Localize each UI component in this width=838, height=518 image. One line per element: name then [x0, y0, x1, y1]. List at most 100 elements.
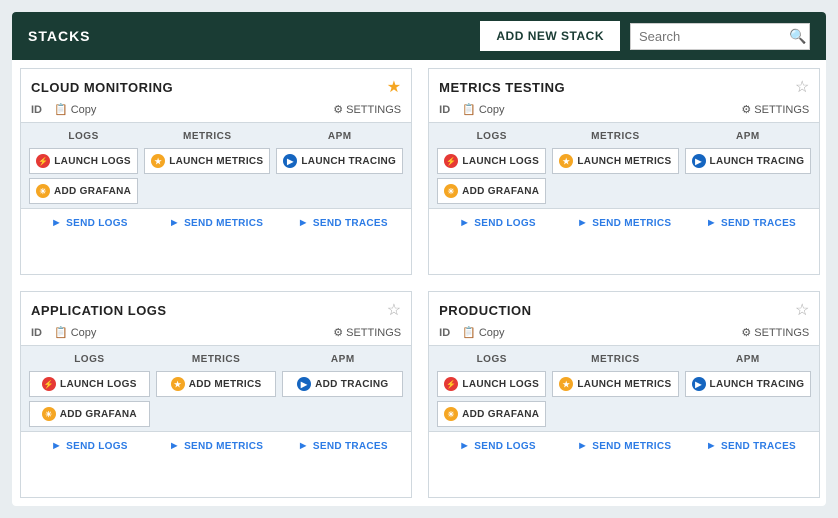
metrics-label: METRICS — [156, 354, 277, 365]
launch-logs-button[interactable]: ⚡ LAUNCH LOGS — [29, 371, 150, 397]
star-icon[interactable]: ☆ — [795, 300, 809, 320]
send-traces-button[interactable]: ► SEND TRACES — [282, 215, 403, 231]
service-col-apm: APM ▶ LAUNCH TRACING — [276, 131, 403, 204]
tracing-icon: ▶ — [283, 154, 297, 168]
launch-tracing-button[interactable]: ▶ LAUNCH TRACING — [276, 148, 403, 174]
launch-metrics-label: LAUNCH METRICS — [577, 156, 671, 167]
send-metrics-icon: ► — [577, 440, 588, 452]
launch-metrics-button[interactable]: ★ LAUNCH METRICS — [552, 371, 678, 397]
id-label: ID — [439, 327, 450, 339]
service-col-logs: LOGS ⚡ LAUNCH LOGS ☀ ADD GRAFANA — [29, 131, 138, 204]
id-settings-row: ID 📋 Copy ⚙ SETTINGS — [21, 324, 411, 345]
stack-name: METRICS TESTING — [439, 80, 565, 95]
logs-icon: ⚡ — [42, 377, 56, 391]
send-traces-button[interactable]: ► SEND TRACES — [691, 438, 812, 454]
settings-button[interactable]: ⚙ SETTINGS — [741, 326, 809, 339]
grafana-icon: ☀ — [444, 184, 458, 198]
copy-button[interactable]: 📋 Copy — [54, 103, 96, 116]
launch-logs-label: LAUNCH LOGS — [462, 379, 539, 390]
send-metrics-button[interactable]: ► SEND METRICS — [564, 215, 685, 231]
header: STACKS ADD NEW STACK 🔍 — [12, 12, 826, 60]
service-col-logs: LOGS ⚡ LAUNCH LOGS ☀ ADD GRAFANA — [29, 354, 150, 427]
send-traces-icon: ► — [298, 217, 309, 229]
apm-label: APM — [276, 131, 403, 142]
search-input[interactable] — [639, 29, 789, 44]
send-logs-label: SEND LOGS — [474, 441, 536, 452]
add-grafana-button[interactable]: ☀ ADD GRAFANA — [437, 178, 546, 204]
id-settings-row: ID 📋 Copy ⚙ SETTINGS — [429, 324, 819, 345]
copy-button[interactable]: 📋 Copy — [462, 326, 504, 339]
launch-metrics-button[interactable]: ★ LAUNCH METRICS — [144, 148, 270, 174]
send-logs-button[interactable]: ► SEND LOGS — [29, 438, 150, 454]
send-metrics-button[interactable]: ► SEND METRICS — [156, 215, 277, 231]
add-grafana-button[interactable]: ☀ ADD GRAFANA — [29, 401, 150, 427]
send-row: ► SEND LOGS ► SEND METRICS ► SEND TRACES — [21, 431, 411, 460]
settings-button[interactable]: ⚙ SETTINGS — [333, 326, 401, 339]
star-icon[interactable]: ☆ — [795, 77, 809, 97]
launch-tracing-button[interactable]: ▶ LAUNCH TRACING — [685, 148, 812, 174]
send-metrics-button[interactable]: ► SEND METRICS — [564, 438, 685, 454]
add-tracing-button[interactable]: ▶ ADD TRACING — [282, 371, 403, 397]
app-container: STACKS ADD NEW STACK 🔍 CLOUD MONITORING … — [0, 0, 838, 518]
services-area: LOGS ⚡ LAUNCH LOGS ☀ ADD GRAFANA METRICS — [429, 123, 819, 208]
add-grafana-button[interactable]: ☀ ADD GRAFANA — [437, 401, 546, 427]
tracing-icon: ▶ — [297, 377, 311, 391]
add-grafana-button[interactable]: ☀ ADD GRAFANA — [29, 178, 138, 204]
star-icon[interactable]: ☆ — [387, 300, 401, 320]
send-traces-button[interactable]: ► SEND TRACES — [691, 215, 812, 231]
send-traces-icon: ► — [706, 440, 717, 452]
send-logs-label: SEND LOGS — [66, 441, 128, 452]
stack-card-header: CLOUD MONITORING ★ — [21, 69, 411, 101]
launch-metrics-label: LAUNCH METRICS — [169, 156, 263, 167]
apm-label: APM — [685, 354, 812, 365]
id-area: ID 📋 Copy — [31, 326, 96, 339]
send-metrics-icon: ► — [169, 440, 180, 452]
logs-icon: ⚡ — [444, 154, 458, 168]
stack-name: CLOUD MONITORING — [31, 80, 173, 95]
add-metrics-button[interactable]: ★ ADD METRICS — [156, 371, 277, 397]
metrics-icon: ★ — [559, 154, 573, 168]
copy-button[interactable]: 📋 Copy — [462, 103, 504, 116]
logs-label: LOGS — [437, 131, 546, 142]
settings-button[interactable]: ⚙ SETTINGS — [333, 103, 401, 116]
send-metrics-icon: ► — [577, 217, 588, 229]
metrics-label: METRICS — [144, 131, 270, 142]
send-traces-button[interactable]: ► SEND TRACES — [282, 438, 403, 454]
launch-metrics-button[interactable]: ★ LAUNCH METRICS — [552, 148, 678, 174]
service-col-logs: LOGS ⚡ LAUNCH LOGS ☀ ADD GRAFANA — [437, 354, 546, 427]
stack-card-header: PRODUCTION ☆ — [429, 292, 819, 324]
launch-tracing-button[interactable]: ▶ LAUNCH TRACING — [685, 371, 812, 397]
settings-button[interactable]: ⚙ SETTINGS — [741, 103, 809, 116]
settings-label: SETTINGS — [346, 327, 401, 339]
service-col-logs: LOGS ⚡ LAUNCH LOGS ☀ ADD GRAFANA — [437, 131, 546, 204]
add-new-stack-button[interactable]: ADD NEW STACK — [480, 21, 620, 51]
send-logs-button[interactable]: ► SEND LOGS — [29, 215, 150, 231]
id-label: ID — [31, 327, 42, 339]
stack-card-metrics-testing: METRICS TESTING ☆ ID 📋 Copy ⚙ SETTI — [428, 68, 820, 275]
stack-name: APPLICATION LOGS — [31, 303, 167, 318]
send-metrics-button[interactable]: ► SEND METRICS — [156, 438, 277, 454]
launch-logs-label: LAUNCH LOGS — [462, 156, 539, 167]
send-metrics-label: SEND METRICS — [184, 218, 263, 229]
star-icon[interactable]: ★ — [387, 77, 401, 97]
copy-label: Copy — [71, 104, 97, 116]
send-traces-label: SEND TRACES — [721, 441, 796, 452]
launch-metrics-label: LAUNCH METRICS — [577, 379, 671, 390]
launch-logs-button[interactable]: ⚡ LAUNCH LOGS — [437, 148, 546, 174]
apm-label: APM — [685, 131, 812, 142]
send-logs-button[interactable]: ► SEND LOGS — [437, 438, 558, 454]
id-area: ID 📋 Copy — [439, 103, 504, 116]
launch-logs-button[interactable]: ⚡ LAUNCH LOGS — [437, 371, 546, 397]
stack-card-production: PRODUCTION ☆ ID 📋 Copy ⚙ SETTINGS — [428, 291, 820, 498]
main-panel: STACKS ADD NEW STACK 🔍 CLOUD MONITORING … — [12, 12, 826, 506]
copy-icon: 📋 — [462, 326, 476, 339]
metrics-icon: ★ — [171, 377, 185, 391]
send-traces-label: SEND TRACES — [313, 441, 388, 452]
send-logs-button[interactable]: ► SEND LOGS — [437, 215, 558, 231]
copy-button[interactable]: 📋 Copy — [54, 326, 96, 339]
stack-name: PRODUCTION — [439, 303, 531, 318]
send-traces-label: SEND TRACES — [721, 218, 796, 229]
launch-logs-button[interactable]: ⚡ LAUNCH LOGS — [29, 148, 138, 174]
header-title: STACKS — [28, 28, 91, 44]
launch-tracing-label: LAUNCH TRACING — [301, 156, 396, 167]
